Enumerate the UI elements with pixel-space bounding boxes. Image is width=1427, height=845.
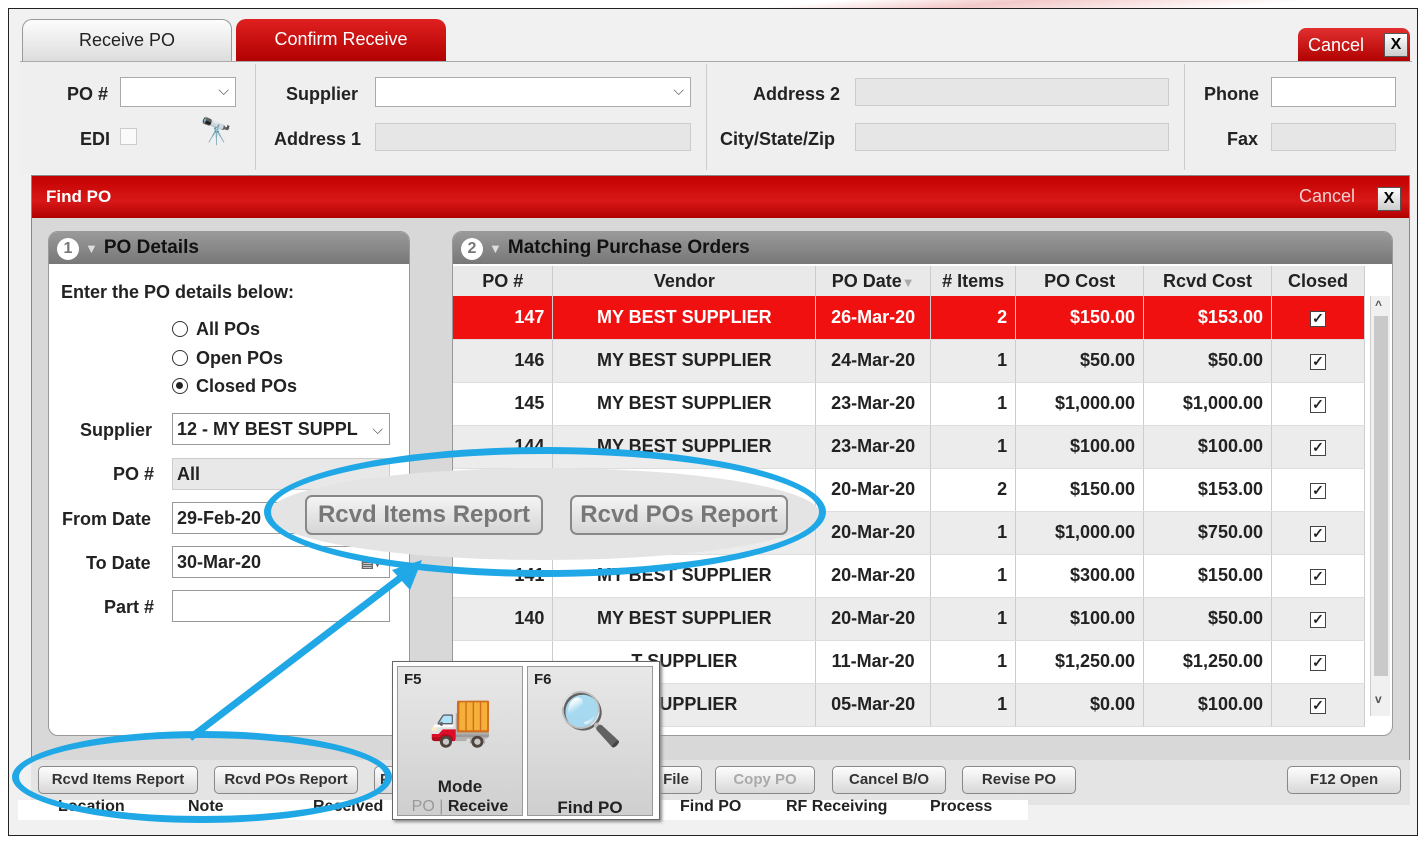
- callout-arrow: [187, 560, 422, 741]
